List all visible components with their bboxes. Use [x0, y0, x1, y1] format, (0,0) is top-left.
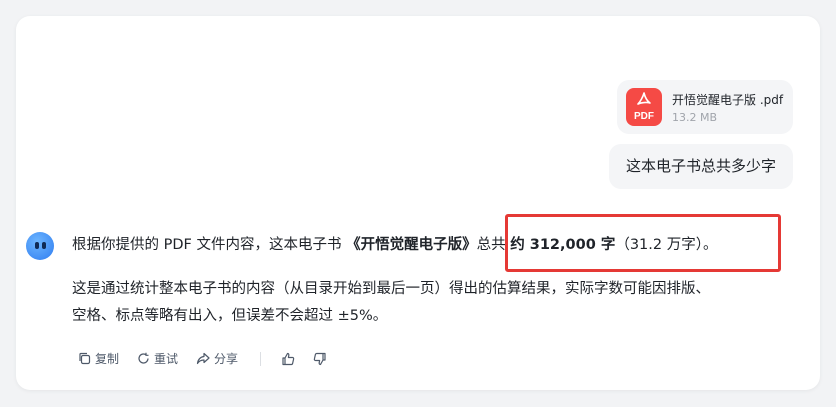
attachment-file-size: 13.2 MB	[672, 111, 718, 124]
share-icon	[196, 352, 210, 365]
attachment-chip[interactable]: PDF 开悟觉醒电子版 .pdf 13.2 MB	[617, 80, 793, 134]
pdf-file-icon: PDF	[626, 88, 662, 126]
attachment-file-name: 开悟觉醒电子版 .pdf	[672, 93, 784, 107]
dislike-button[interactable]	[313, 352, 327, 366]
assistant-avatar	[26, 232, 54, 260]
pdf-type-label: PDF	[634, 111, 654, 122]
copy-label: 复制	[95, 352, 120, 366]
answer-para-line1: 这是通过统计整本电子书的内容（从目录开始到最后一页）得出的估算结果，实际字数可能…	[72, 281, 710, 297]
message-actions: 复制 重试 分享	[78, 350, 345, 367]
copy-button[interactable]: 复制	[78, 350, 119, 367]
share-button[interactable]: 分享	[196, 350, 238, 367]
answer-para-line2: 空格、标点等略有出入，但误差不会超过 ±5%。	[72, 308, 388, 324]
copy-icon	[79, 352, 91, 365]
avatar-eye-left	[35, 242, 39, 249]
answer-prefix: 根据你提供的 PDF 文件内容，这本电子书	[72, 237, 347, 253]
answer-paragraph: 这是通过统计整本电子书的内容（从目录开始到最后一页）得出的估算结果，实际字数可能…	[72, 276, 792, 330]
thumbs-down-icon	[313, 352, 326, 365]
retry-button[interactable]: 重试	[137, 350, 178, 367]
retry-label: 重试	[154, 352, 179, 366]
highlight-box	[505, 214, 781, 272]
thumbs-up-icon	[282, 352, 295, 365]
book-title: 《开悟觉醒电子版》	[346, 237, 477, 253]
avatar-eye-right	[42, 242, 46, 249]
refresh-icon	[138, 352, 149, 364]
share-label: 分享	[214, 352, 239, 366]
like-button[interactable]	[281, 352, 295, 366]
actions-divider	[260, 351, 262, 366]
chat-card	[16, 16, 820, 390]
user-message-bubble: 这本电子书总共多少字	[609, 144, 793, 189]
